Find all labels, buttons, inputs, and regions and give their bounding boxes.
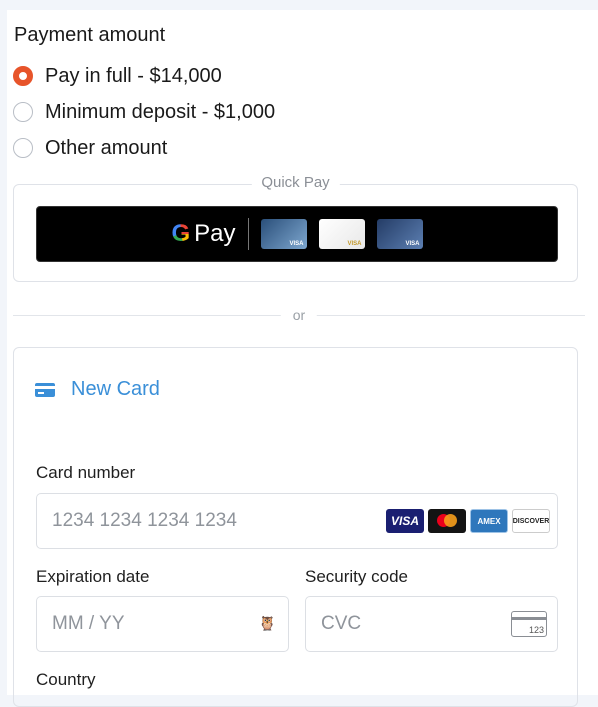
card-brands: VISA AMEX DISCOVER: [386, 509, 550, 533]
radio-unselected-icon[interactable]: [13, 102, 33, 122]
new-card-panel: New Card Card number 1234 1234 1234 1234…: [13, 347, 578, 707]
card-brand-mini: VISA: [405, 241, 420, 247]
google-pay-button[interactable]: G Pay VISA VISA VISA: [36, 206, 558, 262]
mastercard-icon: [428, 509, 466, 533]
cvc-icon-text: 123: [528, 625, 544, 635]
payment-page: Payment amount Pay in full - $14,000 Min…: [7, 10, 598, 707]
or-text: or: [280, 307, 318, 323]
minimum-deposit-option[interactable]: Minimum deposit - $1,000: [13, 98, 275, 126]
card-brand-mini: VISA: [289, 241, 304, 247]
security-code-input[interactable]: CVC 123: [305, 596, 558, 652]
expiration-date-label: Expiration date: [36, 567, 150, 586]
country-label: Country: [36, 670, 96, 689]
new-card-label: New Card: [71, 378, 160, 400]
expiration-placeholder: MM / YY: [52, 613, 125, 634]
visa-icon: VISA: [386, 509, 424, 533]
amex-icon: AMEX: [470, 509, 508, 533]
expiration-date-input[interactable]: MM / YY 🦉: [36, 596, 289, 652]
google-g-icon: G: [171, 220, 191, 247]
card-number-input[interactable]: 1234 1234 1234 1234 VISA AMEX DISCOVER: [36, 493, 558, 549]
radio-selected-icon[interactable]: [13, 66, 33, 86]
card-number-placeholder: 1234 1234 1234 1234: [52, 510, 237, 531]
cvc-placeholder: CVC: [321, 613, 362, 634]
security-code-label: Security code: [305, 567, 408, 586]
pay-word: Pay: [194, 220, 236, 247]
pay-in-full-option[interactable]: Pay in full - $14,000: [13, 62, 222, 90]
new-card-tab[interactable]: New Card: [35, 378, 160, 401]
discover-icon: DISCOVER: [512, 509, 550, 533]
owl-icon: 🦉: [258, 615, 276, 631]
divider-line: [315, 315, 585, 316]
card-brand-mini: VISA: [347, 241, 362, 247]
saved-card-thumbnail: VISA: [318, 219, 365, 249]
saved-card-thumbnail: VISA: [376, 219, 423, 249]
card-number-label: Card number: [36, 463, 136, 482]
other-amount-option[interactable]: Other amount: [13, 134, 167, 162]
minimum-deposit-label: Minimum deposit - $1,000: [45, 100, 276, 123]
radio-unselected-icon[interactable]: [13, 138, 33, 158]
gpay-divider: [247, 218, 249, 250]
payment-amount-title: Payment amount: [14, 24, 166, 46]
quick-pay-box: Quick Pay G Pay VISA VISA VISA: [13, 174, 578, 282]
divider-line: [13, 315, 283, 316]
credit-card-icon: [35, 382, 55, 397]
quick-pay-legend: Quick Pay: [251, 174, 340, 191]
cvc-card-icon: 123: [511, 611, 547, 637]
other-amount-label: Other amount: [45, 136, 168, 159]
mastercard-circle-orange: [444, 514, 457, 527]
pay-in-full-label: Pay in full - $14,000: [45, 64, 222, 87]
saved-card-thumbnail: VISA: [260, 219, 307, 249]
or-divider: or: [13, 307, 585, 323]
google-pay-logo: G Pay: [171, 222, 235, 246]
